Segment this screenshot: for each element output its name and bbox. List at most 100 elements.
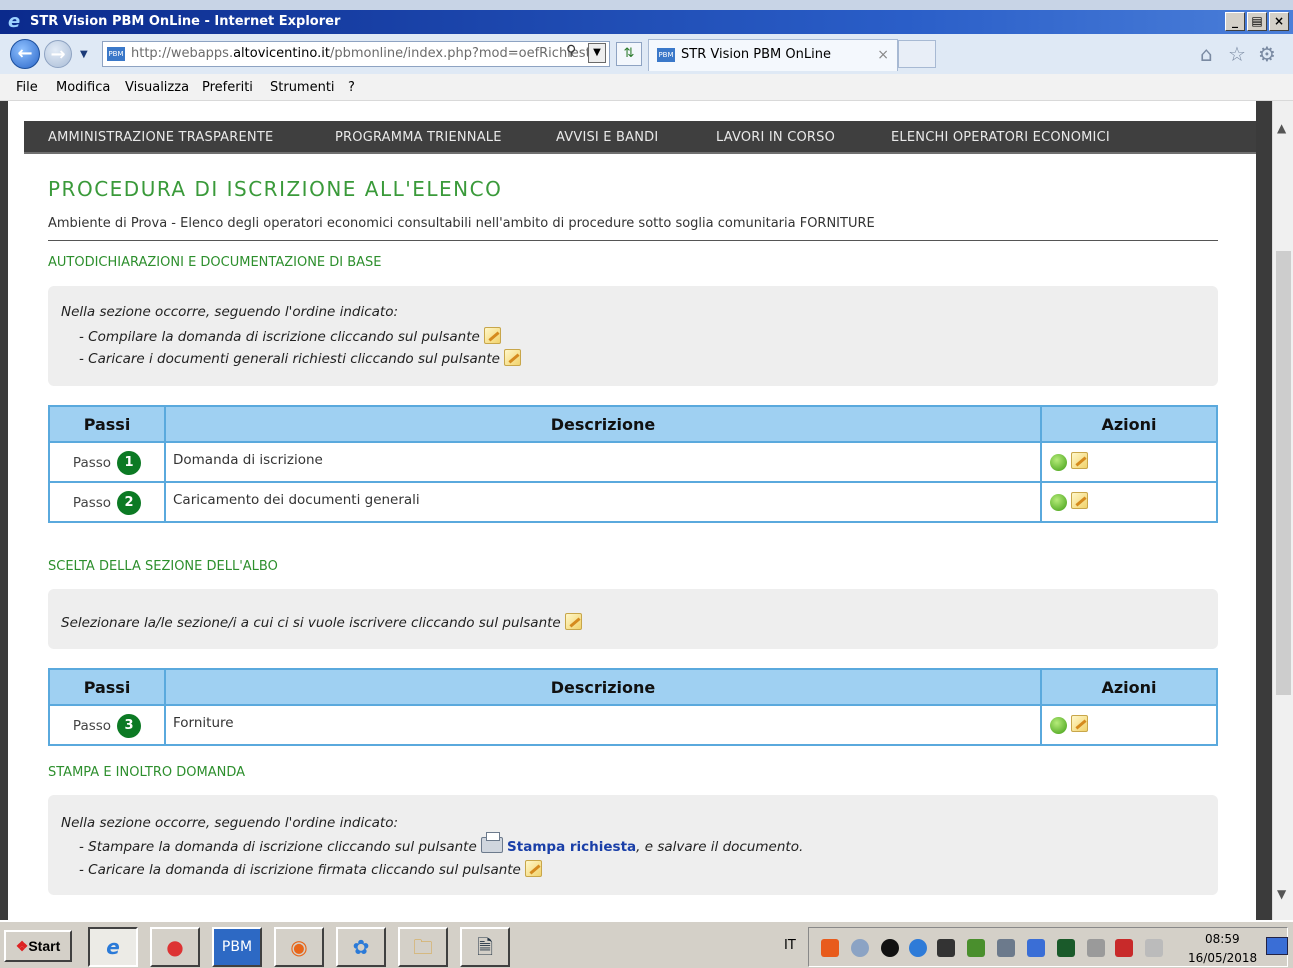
step-label: Passo (72, 718, 112, 734)
nav-programma-triennale[interactable]: PROGRAMMA TRIENNALE (335, 130, 502, 145)
url-domain: altovicentino.it (233, 46, 330, 61)
scroll-down-icon[interactable]: ▼ (1277, 887, 1286, 901)
menu-help[interactable]: ? (348, 80, 355, 95)
col-header-descrizione: Descrizione (164, 405, 1042, 443)
close-window-button[interactable]: × (1269, 12, 1289, 31)
nav-amministrazione-trasparente[interactable]: AMMINISTRAZIONE TRASPARENTE (48, 130, 273, 145)
divider (48, 240, 1218, 241)
menu-file[interactable]: File (16, 80, 38, 95)
address-dropdown-button[interactable]: ▼ (588, 43, 606, 63)
info-text: Nella sezione occorre, seguendo l'ordine… (61, 304, 399, 320)
info-text: - Stampare la domanda di iscrizione clic… (79, 839, 477, 855)
tray-device-icon[interactable] (1087, 939, 1105, 957)
tray-app-icon[interactable] (821, 939, 839, 957)
steps-table-section1: Passi Descrizione Azioni Passo 1 Domanda … (48, 405, 1218, 523)
step-number-badge: 3 (117, 714, 142, 738)
col-header-azioni: Azioni (1040, 405, 1218, 443)
taskbar-app-icon[interactable]: ✿ (336, 927, 386, 967)
section-title-autodichiarazioni: AUTODICHIARAZIONI E DOCUMENTAZIONE DI BA… (48, 255, 382, 270)
info-box-section2: Selezionare la/le sezione/i a cui ci si … (48, 589, 1218, 649)
vertical-scrollbar[interactable]: ▲ ▼ (1272, 101, 1293, 920)
windows-flag-icon: ❖ (15, 938, 29, 954)
tray-sync-icon[interactable] (909, 939, 927, 957)
tray-security-icon[interactable] (1115, 939, 1133, 957)
menu-preferiti[interactable]: Preferiti (202, 80, 253, 95)
taskbar-ie-icon[interactable]: e (88, 927, 138, 967)
tab-close-icon[interactable]: × (877, 40, 889, 70)
info-text: Nella sezione occorre, seguendo l'ordine… (61, 815, 399, 831)
back-button[interactable]: ← (10, 39, 40, 69)
taskbar-pbm-icon[interactable]: PBM (212, 927, 262, 967)
step-label: Passo (72, 455, 112, 471)
tray-shield-icon[interactable] (1027, 939, 1045, 957)
site-favicon-icon: PBM (107, 46, 125, 61)
history-dropdown-icon[interactable]: ▼ (80, 49, 88, 60)
menu-bar: File Modifica Visualizza Preferiti Strum… (0, 74, 1293, 101)
forward-button[interactable]: → (44, 40, 72, 68)
taskbar-document-icon[interactable]: 🗎 (460, 927, 510, 967)
tray-network-icon[interactable] (967, 939, 985, 957)
start-button[interactable]: ❖Start (4, 930, 72, 962)
tray-dropbox-icon[interactable] (851, 939, 869, 957)
taskbar-firefox-icon[interactable]: ◉ (274, 927, 324, 967)
compatibility-refresh-icon[interactable]: ⇅ (616, 42, 642, 66)
nav-lavori-in-corso[interactable]: LAVORI IN CORSO (716, 130, 835, 145)
nav-avvisi-e-bandi[interactable]: AVVISI E BANDI (556, 130, 658, 145)
edit-icon[interactable] (1071, 715, 1088, 732)
info-text: Selezionare la/le sezione/i a cui ci si … (61, 615, 561, 631)
table-row: Passo 3 Forniture (48, 704, 1218, 746)
url-prefix: http://webapps. (131, 46, 234, 61)
tab-str-vision[interactable]: PBM STR Vision PBM OnLine × (648, 39, 898, 71)
favorites-star-icon[interactable]: ☆ (1228, 42, 1246, 66)
edit-icon (483, 327, 501, 344)
tray-volume-icon[interactable] (1145, 939, 1163, 957)
info-text: - Compilare la domanda di iscrizione cli… (79, 329, 480, 345)
tray-monitor-icon[interactable] (997, 939, 1015, 957)
clock-date[interactable]: 16/05/2018 (1188, 951, 1257, 965)
page-side-strip (1256, 101, 1272, 920)
step-description: Caricamento dei documenti generali (164, 481, 1042, 523)
stampa-richiesta-link[interactable]: Stampa richiesta (507, 839, 636, 855)
table-row: Passo 1 Domanda di iscrizione (48, 441, 1218, 483)
edit-icon (524, 860, 542, 877)
nav-elenchi-operatori-economici[interactable]: ELENCHI OPERATORI ECONOMICI (891, 130, 1110, 145)
taskbar-chrome-icon[interactable]: ● (150, 927, 200, 967)
step-number-badge: 2 (117, 491, 142, 515)
menu-strumenti[interactable]: Strumenti (270, 80, 335, 95)
edit-icon[interactable] (1071, 492, 1088, 509)
gear-icon[interactable]: ⚙ (1258, 42, 1276, 66)
tray-info-icon[interactable] (881, 939, 899, 957)
col-header-passi: Passi (48, 668, 166, 706)
taskbar-explorer-icon[interactable]: 🗀 (398, 927, 448, 967)
tray-media-icon[interactable] (937, 939, 955, 957)
show-desktop-icon[interactable] (1266, 937, 1288, 955)
info-text: - Caricare la domanda di iscrizione firm… (79, 862, 521, 878)
edit-icon[interactable] (1071, 452, 1088, 469)
step-number-badge: 1 (117, 451, 142, 475)
maximize-button[interactable]: ▤ (1247, 12, 1267, 31)
status-ok-icon (1050, 453, 1067, 471)
tray-v-icon[interactable] (1057, 939, 1075, 957)
scrollbar-thumb[interactable] (1276, 251, 1291, 695)
window-title-bar: e STR Vision PBM OnLine - Internet Explo… (0, 10, 1293, 34)
scroll-up-icon[interactable]: ▲ (1277, 121, 1286, 135)
step-description: Forniture (164, 704, 1042, 746)
tab-favicon-icon: PBM (657, 47, 675, 62)
clock-time[interactable]: 08:59 (1205, 932, 1240, 946)
home-icon[interactable]: ⌂ (1200, 42, 1213, 66)
url-path: /pbmonline/index.php?mod=oefRichieste (329, 46, 599, 61)
new-tab-button[interactable] (898, 40, 936, 68)
language-indicator[interactable]: IT (784, 938, 796, 953)
minimize-button[interactable]: _ (1225, 12, 1245, 31)
page-content: AMMINISTRAZIONE TRASPARENTE PROGRAMMA TR… (8, 101, 1256, 920)
search-icon[interactable]: ⚲ (566, 43, 576, 59)
menu-modifica[interactable]: Modifica (56, 80, 110, 95)
print-icon[interactable] (480, 832, 503, 853)
site-top-nav: AMMINISTRAZIONE TRASPARENTE PROGRAMMA TR… (24, 121, 1256, 154)
ie-logo-icon: e (8, 11, 21, 32)
edit-icon (503, 349, 521, 366)
info-box-section3: Nella sezione occorre, seguendo l'ordine… (48, 795, 1218, 895)
start-label: Start (28, 938, 61, 954)
menu-visualizza[interactable]: Visualizza (125, 80, 189, 95)
address-bar[interactable]: PBM http://webapps.altovicentino.it/pbmon… (102, 41, 610, 67)
